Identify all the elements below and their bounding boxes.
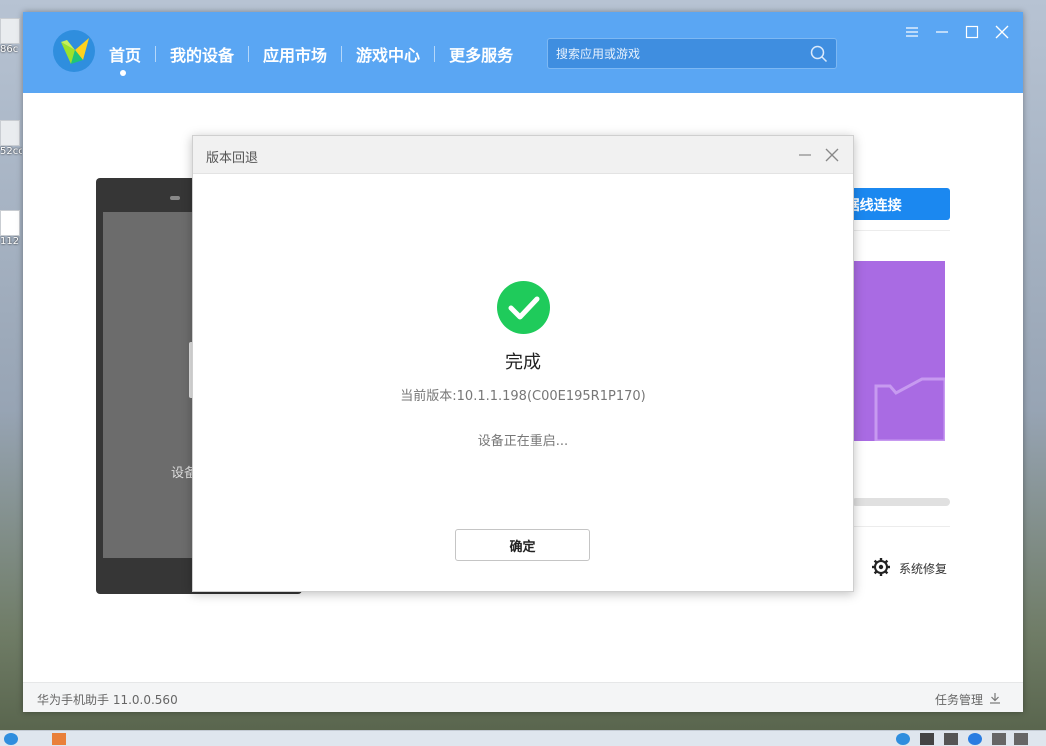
divider bbox=[852, 230, 950, 231]
desktop-icon[interactable]: 112 bbox=[0, 210, 22, 247]
nav-item-label: 首页 bbox=[109, 46, 142, 65]
app-taskbar-icon[interactable] bbox=[4, 733, 18, 745]
result-status: 完成 bbox=[505, 352, 541, 373]
nav-item-label: 游戏中心 bbox=[356, 46, 421, 65]
promo-banner[interactable] bbox=[852, 261, 945, 441]
active-indicator bbox=[120, 70, 126, 76]
search-input[interactable] bbox=[548, 39, 798, 68]
nav-item-my-devices[interactable]: 我的设备 bbox=[156, 42, 248, 66]
restart-message: 设备正在重启... bbox=[477, 434, 569, 449]
success-check-icon bbox=[497, 281, 550, 334]
logo-icon[interactable] bbox=[53, 30, 95, 72]
current-version: 当前版本:10.1.1.198(C00E195R1P170) bbox=[400, 389, 646, 404]
system-repair-label: 系统修复 bbox=[899, 562, 948, 576]
minimize-icon[interactable] bbox=[934, 24, 950, 40]
nav-item-label: 应用市场 bbox=[263, 46, 328, 65]
books-taskbar-icon[interactable] bbox=[52, 733, 66, 745]
dialog-minimize-icon[interactable] bbox=[797, 147, 813, 163]
main-nav: 首页 我的设备 应用市场 游戏中心 更多服务 bbox=[109, 42, 527, 76]
file-icon bbox=[0, 18, 20, 44]
confirm-button[interactable]: 确定 bbox=[455, 529, 590, 561]
dialog-header: 版本回退 bbox=[193, 136, 853, 174]
desktop-icon[interactable]: 52cc bbox=[0, 120, 22, 157]
dialog-close-icon[interactable] bbox=[824, 147, 840, 163]
task-manager-label: 任务管理 bbox=[934, 693, 983, 707]
gear-icon bbox=[871, 557, 891, 580]
system-repair-button[interactable]: 系统修复 bbox=[871, 557, 947, 580]
nav-item-label: 更多服务 bbox=[449, 46, 514, 65]
dialog-title: 版本回退 bbox=[206, 151, 259, 166]
rollback-dialog: 版本回退 完成 当前版本:10.1.1.198(C00E195R1P170) 设… bbox=[192, 135, 854, 592]
nav-item-label: 我的设备 bbox=[170, 46, 235, 65]
desktop-icon-label: 112 bbox=[0, 236, 20, 247]
nav-item-home[interactable]: 首页 bbox=[109, 42, 155, 76]
tray-display-icon[interactable] bbox=[944, 733, 958, 745]
bluetooth-icon[interactable] bbox=[968, 733, 982, 745]
desktop-icon-label: 86c bbox=[0, 44, 19, 55]
download-icon bbox=[989, 692, 1001, 707]
maximize-icon[interactable] bbox=[964, 24, 980, 40]
app-version: 华为手机助手 11.0.0.560 bbox=[37, 693, 178, 707]
divider bbox=[852, 526, 950, 527]
volume-icon[interactable] bbox=[1014, 733, 1028, 745]
app-icon bbox=[0, 210, 20, 236]
menu-icon[interactable] bbox=[904, 24, 920, 40]
phone-speaker bbox=[170, 196, 180, 200]
close-icon[interactable] bbox=[994, 24, 1010, 40]
status-bar: 华为手机助手 11.0.0.560 任务管理 bbox=[23, 682, 1023, 712]
search-box bbox=[547, 38, 837, 69]
nav-item-app-market[interactable]: 应用市场 bbox=[249, 42, 341, 66]
shield-icon[interactable] bbox=[992, 733, 1006, 745]
task-manager-button[interactable]: 任务管理 bbox=[935, 691, 1001, 708]
desktop-icon[interactable]: 86c bbox=[0, 18, 22, 55]
header-bar: 首页 我的设备 应用市场 游戏中心 更多服务 bbox=[23, 12, 1023, 93]
desktop-icon-label: 52cc bbox=[0, 146, 22, 157]
tray-pen-icon[interactable] bbox=[920, 733, 934, 745]
progress-bar bbox=[852, 498, 950, 506]
file-icon bbox=[0, 120, 20, 146]
search-icon[interactable] bbox=[810, 45, 828, 67]
taskbar bbox=[0, 730, 1046, 746]
nav-item-more-services[interactable]: 更多服务 bbox=[435, 42, 527, 66]
nav-item-game-center[interactable]: 游戏中心 bbox=[342, 42, 434, 66]
tray-app-icon[interactable] bbox=[896, 733, 910, 745]
